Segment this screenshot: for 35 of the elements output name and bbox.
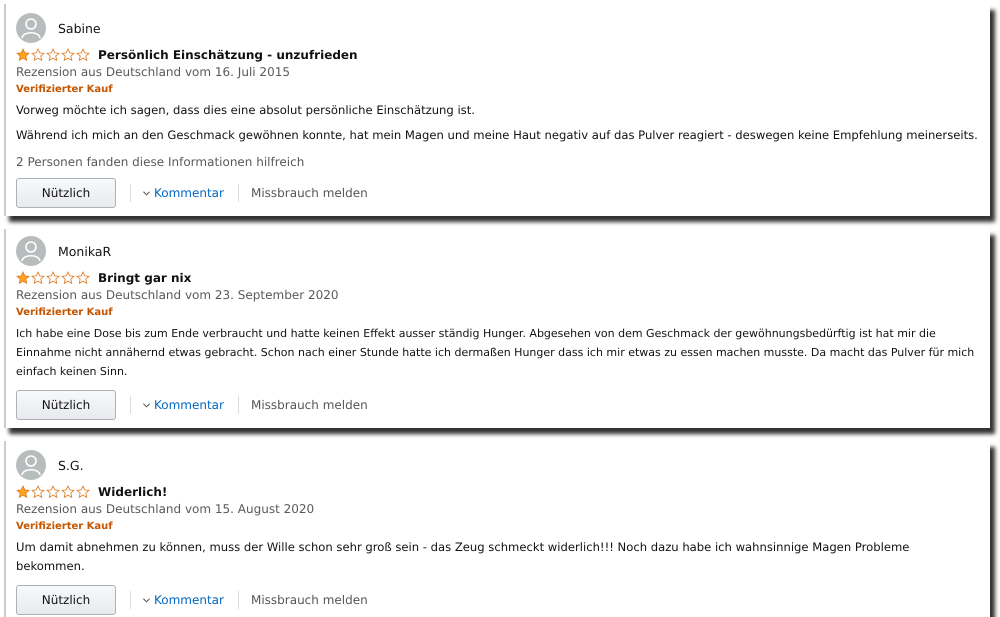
review-title: Bringt gar nix [98,271,192,285]
helpful-count: 2 Personen fanden diese Informationen hilfreich [16,155,306,169]
helpful-button[interactable]: Nützlich [16,585,116,615]
comment-link[interactable]: Kommentar [154,186,224,200]
review-title: Widerlich! [98,485,168,499]
review-title: Persönlich Einschätzung - unzufrieden [98,48,358,62]
review-date: Rezension aus Deutschland vom 16. Juli 2015 [16,65,291,79]
filled-star-icon [16,485,30,499]
report-link[interactable]: Missbrauch melden [250,593,368,607]
caret-icon [143,598,150,602]
comment-link[interactable]: Kommentar [154,593,224,607]
reviewer-name: Sabine [58,20,101,36]
comment-link[interactable]: Kommentar [154,398,224,412]
report-link[interactable]: Missbrauch melden [250,186,368,200]
verified-purchase-label: Verifizierter Kauf [16,307,114,318]
reviewer-name: MonikaR [58,244,112,258]
filled-star-icon [16,271,30,285]
review-text: Ich habe eine Dose bis zum Ende verbraucht und hatte keinen Effekt ausser ständig Hunger. Abgesehen von dem Geschmack der gewöhnungsbedürftig ist hat mir die Einnahme nicht annähernd etwas gebracht. Schon nach einer Stunde hatte ich dermaßen Hunger dass ich mir etwas zu essen machen musste. Da macht das Pulver für mich einfach keinen Sinn. [16,326,976,380]
review-text: Während ich mich an den Geschmack gewöhnen konnte, hat mein Magen und meine Haut negativ auf das Pulver reagiert - deswegen keine Empfehlung meinerseits. [16,127,979,144]
review-text: Um damit abnehmen zu können, muss der Wille schon sehr groß sein - das Zeug schmeckt widerlich!!! Noch dazu habe ich wahnsinnige Magen Probleme bekommen. [16,539,910,575]
review-text: Vorweg möchte ich sagen, dass dies eine absolut persönliche Einschätzung ist. [16,102,476,119]
avatar-icon [16,13,46,43]
avatar-icon [16,236,46,266]
filled-star-icon [16,48,30,62]
caret-icon [143,190,150,196]
caret-icon [143,402,150,408]
review-date: Rezension aus Deutschland vom 15. August 2020 [16,502,316,516]
helpful-button[interactable]: Nützlich [16,390,116,420]
verified-purchase-label: Verifizierter Kauf [16,84,114,95]
report-link[interactable]: Missbrauch melden [250,398,368,412]
helpful-button[interactable]: Nützlich [16,178,116,208]
avatar-icon [16,450,46,480]
reviewer-name: S.G. [58,458,84,472]
review-date: Rezension aus Deutschland vom 23. September 2020 [16,288,340,302]
verified-purchase-label: Verifizierter Kauf [16,521,114,532]
